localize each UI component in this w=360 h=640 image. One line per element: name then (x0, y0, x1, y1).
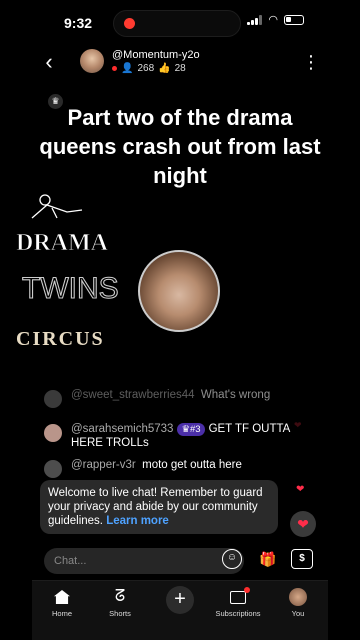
chat-message: @sarahsemich5733 ♛#3 GET TF OUTTA HERE TRO… (44, 422, 304, 450)
shorts-icon: ᘔ (114, 588, 126, 605)
plus-icon: + (174, 588, 186, 610)
back-button[interactable]: ‹ (36, 50, 62, 76)
nav-home[interactable]: Home (32, 587, 92, 618)
person-icon: 👤 (121, 63, 134, 74)
profile-avatar (289, 588, 307, 606)
wifi-icon: ◠ (268, 14, 278, 26)
floating-heart-icon: ❤ (294, 420, 302, 430)
rank-badge: ♛#3 (177, 423, 205, 436)
gift-button[interactable]: 🎁 (258, 549, 278, 569)
chat-username[interactable]: @sarahsemich5733 (71, 423, 173, 435)
video-title: Part two of the drama queens crash out f… (39, 105, 321, 188)
smiley-icon: ☺ (226, 552, 238, 563)
live-stats: 👤 268 👍 28 (112, 63, 186, 74)
nav-home-label: Home (51, 609, 72, 618)
subscriptions-icon (230, 587, 250, 604)
chat-avatar (44, 460, 62, 478)
chat-message: @sweet_strawberries44 What's wrong (44, 388, 304, 408)
nav-shorts-label: Shorts (109, 609, 131, 618)
status-time: 9:32 (64, 15, 93, 31)
super-chat-button[interactable]: $ (291, 549, 313, 569)
viewer-count: 268 (137, 63, 155, 74)
chat-username[interactable]: @rapper-v3r (71, 459, 136, 471)
welcome-banner: Welcome to live chat! Remember to guard … (40, 480, 278, 534)
dynamic-island (113, 10, 241, 37)
create-button[interactable]: + (166, 586, 194, 614)
chat-username[interactable]: @sweet_strawberries44 (71, 389, 195, 401)
chat-text: What's wrong (200, 389, 271, 401)
chat-avatar (44, 424, 62, 442)
notification-dot (244, 587, 250, 593)
acrobat-figure-icon (31, 194, 83, 219)
chat-avatar (44, 390, 62, 408)
floating-heart-icon: ❤ (296, 484, 305, 495)
thumbs-up-icon: 👍 (158, 63, 171, 74)
logo-circus-text: CIRCUS (16, 328, 105, 350)
home-icon (54, 590, 70, 604)
battery-icon (284, 15, 304, 25)
nav-shorts[interactable]: ᘔ Shorts (90, 587, 150, 618)
rank-label: #3 (189, 424, 201, 435)
chat-input[interactable]: Chat... (44, 548, 244, 574)
bottom-nav: Home ᘔ Shorts + Subscriptions You (32, 580, 328, 640)
crown-icon: ♛ (181, 424, 190, 435)
streamer-face-cam (138, 250, 220, 332)
channel-avatar[interactable] (80, 49, 104, 73)
emoji-button[interactable]: ☺ (222, 549, 242, 569)
logo-drama-text: DRAMA (16, 230, 109, 256)
nav-you[interactable]: You (268, 587, 328, 618)
dollar-icon: $ (299, 553, 305, 564)
signal-icon (247, 15, 263, 25)
more-options-button[interactable]: ⋮ (302, 51, 320, 73)
drama-twins-circus-logo: DRAMA TWINS CIRCUS (16, 194, 119, 350)
chat-message: @rapper-v3r moto get outta here (44, 458, 304, 478)
gift-icon: 🎁 (259, 551, 277, 567)
heart-reaction-button[interactable]: ❤ (290, 511, 316, 537)
live-dot-icon (112, 66, 117, 71)
logo-twins-text: TWINS (22, 272, 119, 305)
like-count: 28 (174, 63, 186, 74)
chat-text: moto get outta here (142, 459, 242, 471)
learn-more-link[interactable]: Learn more (106, 515, 169, 527)
status-bar: 9:32 ◠ (0, 0, 360, 46)
recording-dot-icon (124, 18, 135, 29)
nav-subscriptions-label: Subscriptions (215, 609, 261, 618)
status-icons: ◠ (247, 14, 304, 26)
nav-you-label: You (291, 609, 305, 618)
live-header: ‹ @Momentum-y2o 👤 268 👍 28 ⋮ (32, 46, 328, 80)
channel-name[interactable]: @Momentum-y2o (112, 49, 200, 61)
nav-subscriptions[interactable]: Subscriptions (208, 587, 268, 618)
